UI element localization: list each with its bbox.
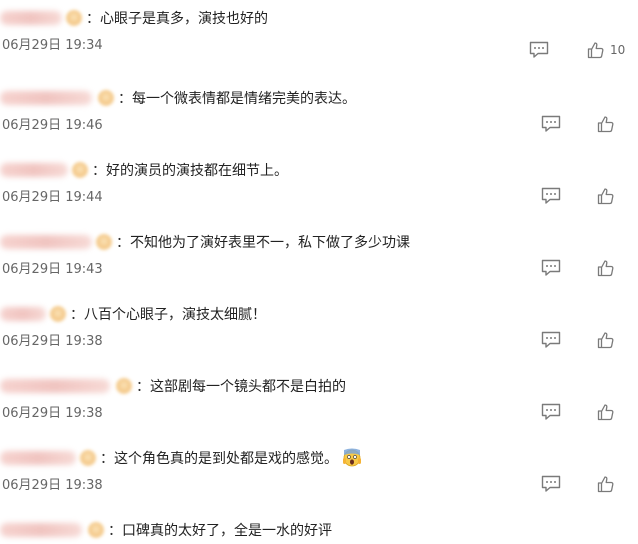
- username-blurred[interactable]: [0, 235, 92, 249]
- comment-text: 好的演员的演技都在细节上。: [106, 163, 288, 179]
- username-separator: ：: [100, 451, 114, 467]
- reply-button[interactable]: [540, 330, 562, 350]
- comment-text: 八百个心眼子，演技太细腻！: [84, 307, 266, 323]
- comment-user-line: ： 这部剧每一个镜头都不是白拍的: [0, 376, 346, 396]
- comment-timestamp: 06月29日 19:38: [2, 406, 103, 421]
- thumbs-up-icon: [597, 260, 614, 277]
- username-separator: ：: [86, 11, 100, 27]
- user-badge-icon: [116, 378, 132, 394]
- comment-timestamp: 06月29日 19:44: [2, 190, 103, 205]
- comment-user-line: ： 不知他为了演好表里不一，私下做了多少功课: [0, 232, 410, 252]
- scream-emoji-icon: [342, 448, 362, 468]
- comment-user-line: ： 口碑真的太好了，全是一水的好评: [0, 520, 332, 540]
- comment-item: ： 这个角色真的是到处都是戏的感觉。 06月29日 19:38: [0, 440, 638, 512]
- comment-icon: [541, 187, 561, 204]
- thumbs-up-icon: [597, 116, 614, 133]
- comment-timestamp: 06月29日 19:34: [2, 38, 103, 53]
- user-badge-icon: [98, 90, 114, 106]
- thumbs-up-icon: [597, 188, 614, 205]
- thumbs-up-icon: [597, 404, 614, 421]
- like-button[interactable]: [596, 114, 620, 134]
- like-count: 10: [610, 43, 626, 57]
- like-button[interactable]: [596, 402, 620, 422]
- username-separator: ：: [116, 235, 130, 251]
- reply-button[interactable]: [540, 402, 562, 422]
- comment-text: 不知他为了演好表里不一，私下做了多少功课: [130, 235, 410, 251]
- username-blurred[interactable]: [0, 451, 76, 465]
- comment-user-line: ： 好的演员的演技都在细节上。: [0, 160, 288, 180]
- user-badge-icon: [88, 522, 104, 538]
- like-button[interactable]: [596, 474, 620, 494]
- username-blurred[interactable]: [0, 379, 110, 393]
- comment-timestamp: 06月29日 19:38: [2, 334, 103, 349]
- comment-feed: ： 心眼子是真多，演技也好的 06月29日 19:34 10 ： 每一个微表情都…: [0, 0, 638, 544]
- like-button[interactable]: [596, 186, 620, 206]
- comment-user-line: ： 这个角色真的是到处都是戏的感觉。: [0, 448, 362, 468]
- username-blurred[interactable]: [0, 307, 46, 321]
- comment-icon: [541, 259, 561, 276]
- reply-button[interactable]: [540, 474, 562, 494]
- user-badge-icon: [80, 450, 96, 466]
- reply-button[interactable]: [540, 186, 562, 206]
- comment-icon: [529, 41, 549, 58]
- comment-user-line: ： 八百个心眼子，演技太细腻！: [0, 304, 266, 324]
- user-badge-icon: [50, 306, 66, 322]
- username-separator: ：: [108, 523, 122, 539]
- comment-item: ： 心眼子是真多，演技也好的 06月29日 19:34 10: [0, 0, 638, 72]
- comment-icon: [541, 331, 561, 348]
- username-separator: ：: [70, 307, 84, 323]
- username-separator: ：: [92, 163, 106, 179]
- username-blurred[interactable]: [0, 523, 82, 537]
- username-blurred[interactable]: [0, 91, 92, 105]
- comment-item: ： 八百个心眼子，演技太细腻！ 06月29日 19:38: [0, 296, 638, 368]
- user-badge-icon: [72, 162, 88, 178]
- username-blurred[interactable]: [0, 163, 68, 177]
- reply-button[interactable]: [540, 114, 562, 134]
- username-blurred[interactable]: [0, 11, 62, 25]
- comment-icon: [541, 403, 561, 420]
- username-separator: ：: [118, 91, 132, 107]
- comment-timestamp: 06月29日 19:38: [2, 478, 103, 493]
- comment-text: 这个角色真的是到处都是戏的感觉。: [114, 451, 338, 467]
- thumbs-up-icon: [597, 476, 614, 493]
- thumbs-up-icon: [587, 42, 604, 59]
- comment-text: 心眼子是真多，演技也好的: [100, 11, 268, 27]
- reply-button[interactable]: [540, 258, 562, 278]
- comment-user-line: ： 每一个微表情都是情绪完美的表达。: [0, 88, 356, 108]
- comment-item: ： 这部剧每一个镜头都不是白拍的 06月29日 19:38: [0, 368, 638, 440]
- comment-item: ： 好的演员的演技都在细节上。 06月29日 19:44: [0, 152, 638, 224]
- like-button[interactable]: [596, 330, 620, 350]
- user-badge-icon: [66, 10, 82, 26]
- reply-button[interactable]: [528, 40, 550, 60]
- comment-icon: [541, 115, 561, 132]
- comment-user-line: ： 心眼子是真多，演技也好的: [0, 8, 268, 28]
- like-button[interactable]: 10: [586, 40, 625, 60]
- thumbs-up-icon: [597, 332, 614, 349]
- user-badge-icon: [96, 234, 112, 250]
- comment-text: 这部剧每一个镜头都不是白拍的: [150, 379, 346, 395]
- comment-item: ： 口碑真的太好了，全是一水的好评: [0, 512, 638, 544]
- comment-text: 每一个微表情都是情绪完美的表达。: [132, 91, 356, 107]
- comment-icon: [541, 475, 561, 492]
- comment-item: ： 不知他为了演好表里不一，私下做了多少功课 06月29日 19:43: [0, 224, 638, 296]
- like-button[interactable]: [596, 258, 620, 278]
- comment-timestamp: 06月29日 19:43: [2, 262, 103, 277]
- username-separator: ：: [136, 379, 150, 395]
- comment-timestamp: 06月29日 19:46: [2, 118, 103, 133]
- comment-item: ： 每一个微表情都是情绪完美的表达。 06月29日 19:46: [0, 80, 638, 152]
- comment-text: 口碑真的太好了，全是一水的好评: [122, 523, 332, 539]
